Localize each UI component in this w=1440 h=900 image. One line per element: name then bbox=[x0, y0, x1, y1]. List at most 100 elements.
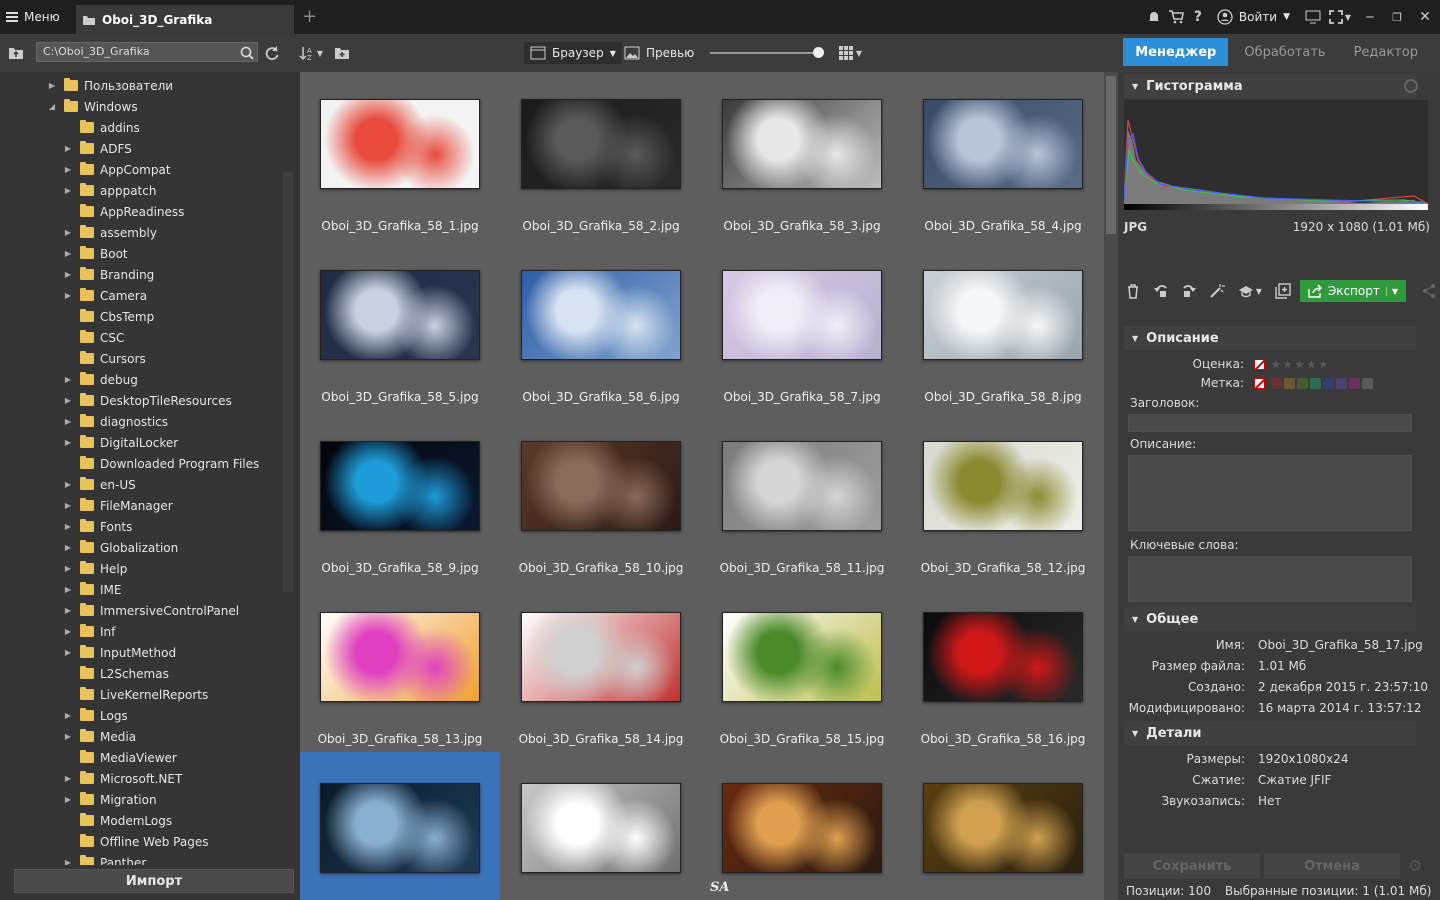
new-folder-icon[interactable] bbox=[332, 43, 352, 63]
caret-right-icon[interactable]: ▶ bbox=[64, 249, 72, 258]
cancel-button[interactable]: Отмена bbox=[1264, 853, 1400, 879]
rating-stars[interactable]: ★ ★ ★ ★ ★ bbox=[1254, 357, 1330, 371]
caret-right-icon[interactable]: ▶ bbox=[64, 270, 72, 279]
folder-tab[interactable]: Oboi_3D_Grafika bbox=[76, 5, 294, 34]
star-icon[interactable]: ★ bbox=[1306, 358, 1316, 371]
thumbnail-item[interactable]: Oboi_3D_Grafika_58_16.jpg bbox=[903, 581, 1103, 751]
bell-icon[interactable] bbox=[1143, 6, 1165, 28]
rotate-left-icon[interactable] bbox=[1150, 280, 1172, 302]
keywords-field[interactable] bbox=[1128, 556, 1412, 602]
thumbnail-image[interactable] bbox=[320, 441, 480, 531]
tree-item[interactable]: ▶ ADFS bbox=[0, 138, 282, 159]
gear-icon[interactable]: ⚙ bbox=[1408, 856, 1422, 875]
magic-wand-icon[interactable] bbox=[1206, 280, 1228, 302]
thumbnail-item[interactable]: Oboi_3D_Grafika_58_8.jpg bbox=[903, 239, 1103, 409]
tree-item[interactable]: ▶ Logs bbox=[0, 705, 282, 726]
star-icon[interactable]: ★ bbox=[1283, 358, 1293, 371]
thumbnail-image[interactable] bbox=[521, 441, 681, 531]
thumbnail-image[interactable] bbox=[320, 612, 480, 702]
thumbnail-item[interactable] bbox=[300, 752, 500, 900]
grid-view-icon[interactable]: ▼ bbox=[834, 43, 866, 63]
thumbnail-item[interactable]: Oboi_3D_Grafika_58_13.jpg bbox=[300, 581, 500, 751]
tree-item[interactable]: ▶ IME bbox=[0, 579, 282, 600]
thumbnail-image[interactable] bbox=[923, 99, 1083, 189]
tree-item[interactable]: L2Schemas bbox=[0, 663, 282, 684]
refresh-icon[interactable] bbox=[262, 43, 282, 63]
thumbnail-image[interactable] bbox=[521, 270, 681, 360]
color-tag-swatch[interactable] bbox=[1309, 378, 1321, 389]
caret-right-icon[interactable]: ▶ bbox=[48, 81, 56, 90]
caret-right-icon[interactable]: ▶ bbox=[64, 543, 72, 552]
caret-right-icon[interactable]: ▶ bbox=[64, 795, 72, 804]
tree-item[interactable]: ▶ Camera bbox=[0, 285, 282, 306]
tree-item[interactable]: ▶ Migration bbox=[0, 789, 282, 810]
thumbnail-item[interactable]: Oboi_3D_Grafika_58_1.jpg bbox=[300, 72, 500, 238]
thumbnail-item[interactable]: Oboi_3D_Grafika_58_3.jpg bbox=[702, 72, 902, 238]
thumbnail-item[interactable] bbox=[501, 752, 701, 900]
settings-icon[interactable] bbox=[1404, 79, 1418, 93]
caret-right-icon[interactable]: ▶ bbox=[64, 606, 72, 615]
tree-item[interactable]: ▶ Media bbox=[0, 726, 282, 747]
thumbnail-item[interactable]: Oboi_3D_Grafika_58_11.jpg bbox=[702, 410, 902, 580]
tree-item[interactable]: ▶ InputMethod bbox=[0, 642, 282, 663]
thumbnail-image[interactable] bbox=[521, 99, 681, 189]
caret-right-icon[interactable]: ▶ bbox=[64, 522, 72, 531]
folder-up-icon[interactable] bbox=[6, 43, 26, 63]
tree-item[interactable]: ▶ assembly bbox=[0, 222, 282, 243]
thumbnail-item[interactable]: Oboi_3D_Grafika_58_7.jpg bbox=[702, 239, 902, 409]
rotate-right-icon[interactable] bbox=[1178, 280, 1200, 302]
tree-item[interactable]: ▶ diagnostics bbox=[0, 411, 282, 432]
thumbnail-image[interactable] bbox=[722, 783, 882, 873]
color-tag-swatch[interactable] bbox=[1283, 378, 1295, 389]
tree-item[interactable]: ▶ debug bbox=[0, 369, 282, 390]
caret-right-icon[interactable]: ▶ bbox=[64, 774, 72, 783]
caret-right-icon[interactable]: ▶ bbox=[64, 291, 72, 300]
view-browser-select[interactable]: Браузер ▼ bbox=[524, 42, 622, 64]
tree-item[interactable]: addins bbox=[0, 117, 282, 138]
no-rating-icon[interactable] bbox=[1254, 359, 1265, 370]
no-tag-icon[interactable] bbox=[1254, 378, 1265, 389]
view-preview-button[interactable]: Превью bbox=[618, 42, 700, 64]
description-field[interactable] bbox=[1128, 455, 1412, 531]
details-header[interactable]: ▼ Детали bbox=[1124, 721, 1416, 745]
sort-icon[interactable]: A Z ▼ bbox=[294, 43, 328, 63]
caret-right-icon[interactable]: ▶ bbox=[64, 144, 72, 153]
color-tag-swatch[interactable] bbox=[1374, 378, 1386, 389]
caret-right-icon[interactable]: ▶ bbox=[64, 228, 72, 237]
thumbnail-image[interactable] bbox=[923, 270, 1083, 360]
thumbnail-item[interactable]: Oboi_3D_Grafika_58_15.jpg bbox=[702, 581, 902, 751]
thumbnail-item[interactable]: Oboi_3D_Grafika_58_14.jpg bbox=[501, 581, 701, 751]
color-tag-swatch[interactable] bbox=[1348, 378, 1360, 389]
thumbnail-item[interactable]: Oboi_3D_Grafika_58_4.jpg bbox=[903, 72, 1103, 238]
display-icon[interactable] bbox=[1302, 6, 1324, 28]
cart-icon[interactable] bbox=[1165, 6, 1187, 28]
histogram-header[interactable]: ▼ Гистограмма bbox=[1124, 74, 1418, 98]
tree-item[interactable]: ▶ Panther bbox=[0, 852, 282, 865]
caret-right-icon[interactable]: ▶ bbox=[64, 375, 72, 384]
caret-right-icon[interactable]: ▶ bbox=[64, 501, 72, 510]
close-icon[interactable]: ✕ bbox=[1410, 6, 1440, 28]
tree-scrollbar[interactable] bbox=[283, 172, 293, 592]
star-icon[interactable]: ★ bbox=[1271, 358, 1281, 371]
caret-right-icon[interactable]: ▶ bbox=[64, 396, 72, 405]
tree-item[interactable]: ▶ Fonts bbox=[0, 516, 282, 537]
path-input[interactable]: C:\Oboi_3D_Grafika bbox=[36, 42, 258, 62]
tree-item[interactable]: ▶ ImmersiveControlPanel bbox=[0, 600, 282, 621]
thumbnail-image[interactable] bbox=[923, 612, 1083, 702]
color-tag-swatch[interactable] bbox=[1322, 378, 1334, 389]
caret-right-icon[interactable]: ▶ bbox=[64, 165, 72, 174]
caret-right-icon[interactable]: ▶ bbox=[64, 732, 72, 741]
add-tab-button[interactable]: + bbox=[302, 8, 317, 26]
thumbnail-item[interactable]: Oboi_3D_Grafika_58_9.jpg bbox=[300, 410, 500, 580]
import-button[interactable]: Импорт bbox=[14, 869, 294, 893]
thumbnail-image[interactable] bbox=[320, 99, 480, 189]
thumbnail-item[interactable]: Oboi_3D_Grafika_58_6.jpg bbox=[501, 239, 701, 409]
thumbnail-item[interactable]: Oboi_3D_Grafika_58_5.jpg bbox=[300, 239, 500, 409]
tab-process[interactable]: Обработать bbox=[1232, 38, 1337, 66]
help-icon[interactable]: ? bbox=[1187, 6, 1209, 28]
tree-item[interactable]: ▶ Microsoft.NET bbox=[0, 768, 282, 789]
thumbnail-image[interactable] bbox=[521, 612, 681, 702]
tree-item[interactable]: ▶ en-US bbox=[0, 474, 282, 495]
thumbnail-image[interactable] bbox=[722, 612, 882, 702]
thumbnail-image[interactable] bbox=[923, 441, 1083, 531]
